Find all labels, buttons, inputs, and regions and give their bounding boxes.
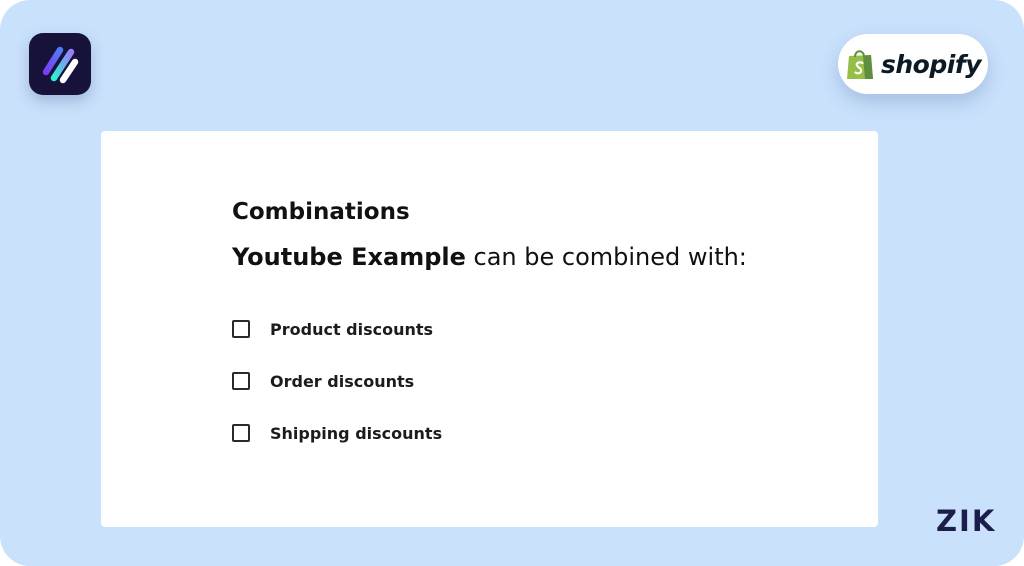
option-label: Shipping discounts bbox=[270, 423, 443, 443]
order-discounts-checkbox[interactable] bbox=[232, 372, 250, 390]
card-subtitle: Youtube Example can be combined with: bbox=[232, 243, 747, 271]
combinations-card: Combinations Youtube Example can be comb… bbox=[101, 131, 878, 527]
shopify-wordmark: shopify bbox=[881, 49, 982, 79]
option-label: Order discounts bbox=[270, 371, 415, 391]
option-product-discounts[interactable]: Product discounts bbox=[232, 317, 442, 341]
zik-logo: ZIK bbox=[936, 504, 997, 538]
subtitle-text: can be combined with: bbox=[465, 243, 747, 271]
option-shipping-discounts[interactable]: Shipping discounts bbox=[232, 421, 442, 445]
product-discounts-checkbox[interactable] bbox=[232, 320, 250, 338]
option-label: Product discounts bbox=[270, 319, 434, 339]
shopify-badge: shopify bbox=[838, 34, 988, 94]
shipping-discounts-checkbox[interactable] bbox=[232, 424, 250, 442]
discount-name: Youtube Example bbox=[232, 243, 466, 271]
shopify-bag-icon bbox=[847, 50, 873, 79]
app-logo-icon bbox=[29, 33, 91, 95]
combination-options: Product discounts Order discounts Shippi… bbox=[232, 317, 442, 473]
card-title: Combinations bbox=[232, 199, 410, 225]
canvas-background: shopify Combinations Youtube Example can… bbox=[0, 0, 1024, 566]
option-order-discounts[interactable]: Order discounts bbox=[232, 369, 442, 393]
